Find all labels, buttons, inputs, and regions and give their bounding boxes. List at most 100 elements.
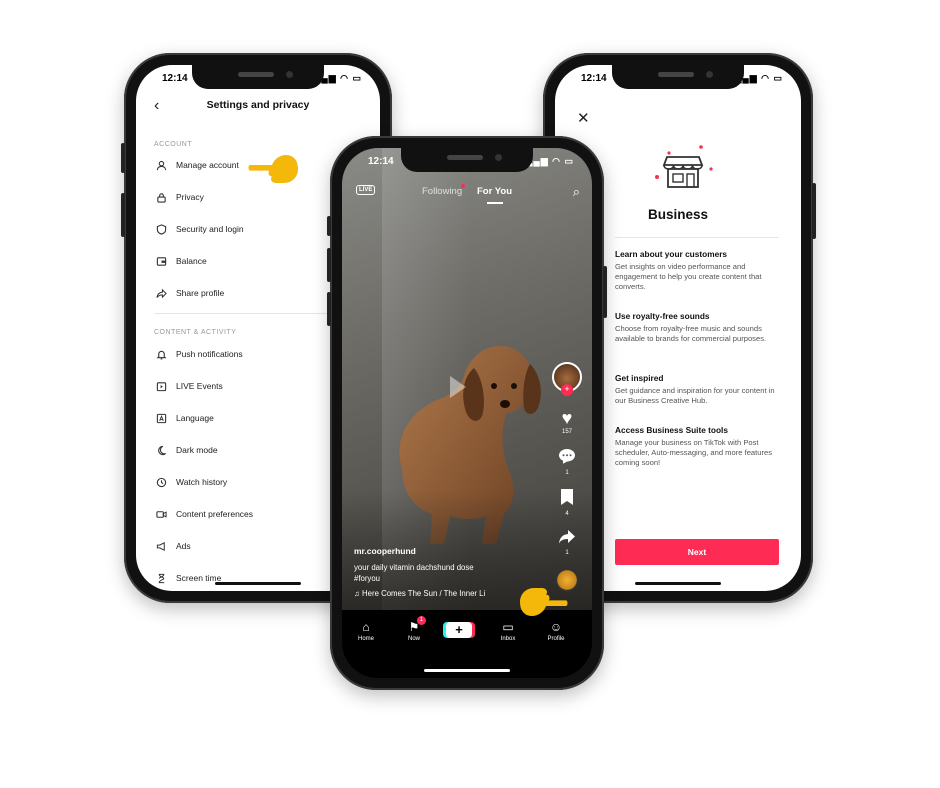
tab-home[interactable]: ⌂ Home: [346, 620, 386, 642]
bell-icon: [154, 347, 168, 361]
side-button: [121, 143, 125, 173]
feature-title: Access Business Suite tools: [615, 425, 728, 435]
hourglass-icon: [154, 571, 168, 585]
person-icon: [154, 158, 168, 172]
wallet-icon: [154, 254, 168, 268]
video-description: your daily vitamin dachshund dose: [354, 563, 474, 572]
share-count: 1: [565, 550, 569, 556]
tab-for-you[interactable]: For You: [477, 186, 512, 197]
share-icon: [154, 286, 168, 300]
live-icon[interactable]: LIVE: [356, 185, 376, 195]
feed-top-tabs: LIVE Following For You ⌕: [342, 184, 592, 204]
settings-item-label: Security and login: [176, 224, 244, 234]
settings-item-label: Ads: [176, 541, 191, 551]
settings-item-label: Manage account: [176, 160, 239, 170]
comment-count: 1: [565, 470, 569, 476]
feature-body: Get insights on video performance and en…: [615, 262, 762, 291]
search-icon[interactable]: ⌕: [573, 184, 580, 200]
settings-item-label: Content preferences: [176, 509, 254, 519]
side-button: [327, 292, 331, 326]
bookmark-icon: [550, 488, 584, 510]
video-caption: mr.cooperhund your daily vitamin dachshu…: [354, 546, 532, 598]
play-icon[interactable]: [450, 376, 466, 398]
home-indicator: [424, 669, 510, 672]
side-button: [327, 216, 331, 236]
close-icon[interactable]: ✕: [577, 109, 590, 127]
lock-icon: [154, 190, 168, 204]
settings-item-label: Share profile: [176, 288, 225, 298]
home-indicator: [635, 582, 721, 585]
settings-item-label: LIVE Events: [176, 381, 223, 391]
follow-plus-icon[interactable]: +: [561, 384, 573, 396]
section-label-account: ACCOUNT: [154, 141, 193, 148]
feed-screen: 12:14 ▂▄▆ ◠ ▭ LIVE Following For You ⌕ +…: [342, 148, 592, 678]
feature-title: Get inspired: [615, 373, 664, 383]
side-button: [603, 266, 607, 318]
megaphone-icon: [154, 539, 168, 553]
page-title: Settings and privacy: [206, 99, 310, 111]
like-count: 157: [561, 429, 572, 435]
notch: [612, 65, 744, 89]
like-button[interactable]: ♥ 157: [550, 408, 584, 435]
calendar-icon: [154, 379, 168, 393]
settings-item-label: Push notifications: [176, 349, 243, 359]
share-arrow-icon: [550, 529, 584, 549]
bottom-nav: ⌂ Home ⚑ 1 Now + ▭ Inbox ☺ Profile: [342, 610, 592, 678]
tab-label: Now: [407, 636, 420, 642]
feature-body: Choose from royalty-free music and sound…: [615, 324, 767, 343]
notification-badge: 1: [416, 616, 426, 625]
notification-dot: [461, 184, 465, 188]
home-icon: ⌂: [362, 620, 370, 634]
feature-inspired: Get inspired Get guidance and inspiratio…: [615, 373, 783, 406]
tab-profile[interactable]: ☺ Profile: [536, 620, 576, 642]
next-button[interactable]: Next: [615, 539, 779, 565]
inbox-icon: ▭: [502, 620, 514, 634]
feature-sounds: Use royalty-free sounds Choose from roya…: [615, 311, 783, 344]
settings-item-label: Balance: [176, 256, 207, 266]
now-icon: ⚑: [408, 620, 420, 634]
comment-button[interactable]: 1: [550, 447, 584, 476]
side-button: [327, 248, 331, 282]
feature-customers: Learn about your customers Get insights …: [615, 249, 783, 292]
tab-inbox[interactable]: ▭ Inbox: [488, 620, 528, 642]
settings-item-label: Privacy: [176, 192, 204, 202]
storefront-icon: [655, 145, 713, 188]
language-icon: [154, 411, 168, 425]
status-time: 12:14: [368, 156, 394, 167]
share-button[interactable]: 1: [550, 529, 584, 556]
feature-title: Use royalty-free sounds: [615, 311, 710, 321]
comment-icon: [550, 447, 584, 469]
feature-title: Learn about your customers: [615, 249, 728, 259]
settings-item-label: Watch history: [176, 477, 228, 487]
tab-following[interactable]: Following: [422, 186, 462, 197]
video-icon: [154, 507, 168, 521]
settings-item-label: Language: [176, 413, 214, 423]
feature-business-suite: Access Business Suite tools Manage your …: [615, 425, 783, 468]
status-time: 12:14: [162, 73, 188, 84]
history-icon: [154, 475, 168, 489]
status-time: 12:14: [581, 73, 607, 84]
create-button[interactable]: +: [446, 622, 472, 638]
feature-body: Get guidance and inspiration for your co…: [615, 386, 775, 405]
settings-item-label: Dark mode: [176, 445, 218, 455]
tab-label: Home: [357, 636, 374, 642]
action-rail: + ♥ 157 1 4 1: [550, 362, 584, 592]
feature-body: Manage your business on TikTok with Post…: [615, 438, 773, 467]
tab-label: Inbox: [500, 636, 516, 642]
username[interactable]: mr.cooperhund: [354, 546, 532, 556]
tab-now[interactable]: ⚑ 1 Now: [394, 616, 434, 642]
tab-label: Profile: [547, 636, 565, 642]
phone-feed: 12:14 ▂▄▆ ◠ ▭ LIVE Following For You ⌕ +…: [327, 136, 607, 690]
side-button: [812, 183, 816, 239]
notch: [401, 148, 533, 172]
profile-icon: ☺: [549, 620, 563, 634]
moon-icon: [154, 443, 168, 457]
save-count: 4: [565, 511, 569, 517]
hashtag[interactable]: #foryou: [354, 573, 532, 584]
music-title: Here Comes The Sun / The Inner Li: [362, 589, 486, 598]
music-ticker[interactable]: ♫ Here Comes The Sun / The Inner Li: [354, 589, 532, 598]
section-label-content: CONTENT & ACTIVITY: [154, 329, 237, 336]
heart-icon: ♥: [561, 408, 573, 428]
save-button[interactable]: 4: [550, 488, 584, 517]
avatar[interactable]: +: [552, 362, 582, 396]
